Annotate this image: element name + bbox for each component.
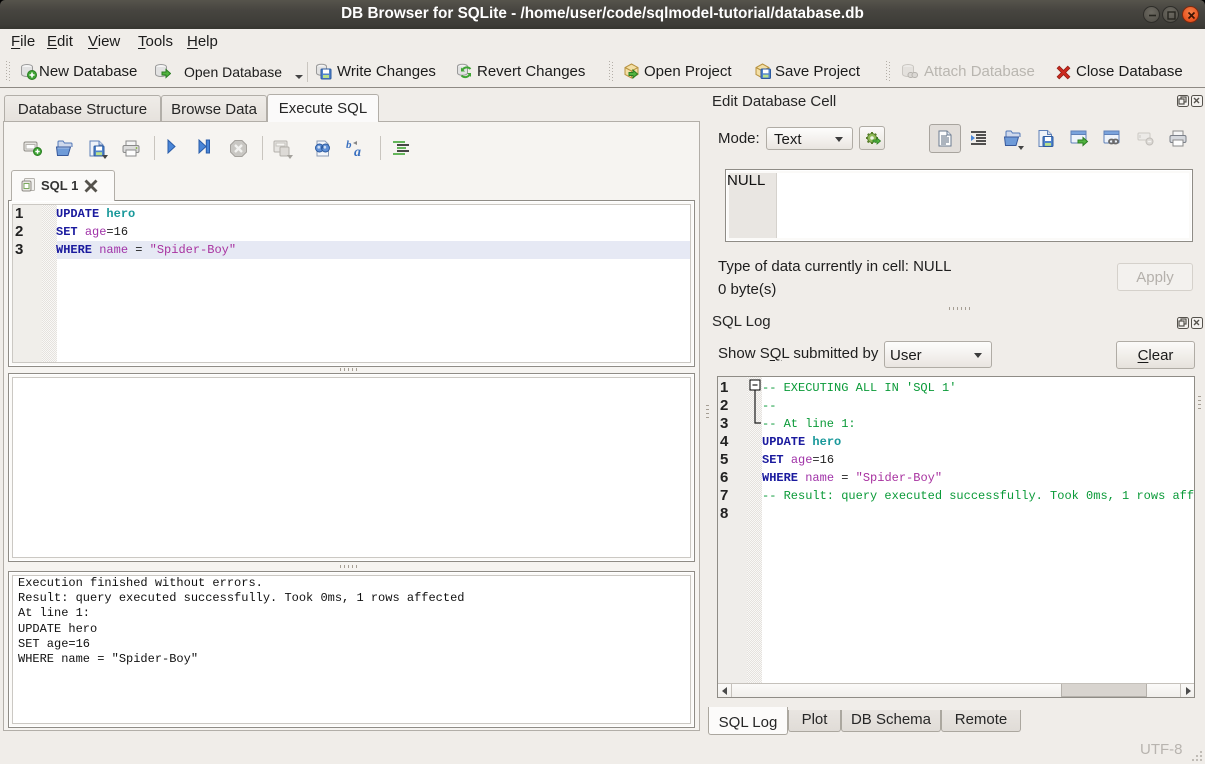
svg-text:b: b	[346, 139, 352, 151]
svg-text:a: a	[354, 145, 361, 158]
